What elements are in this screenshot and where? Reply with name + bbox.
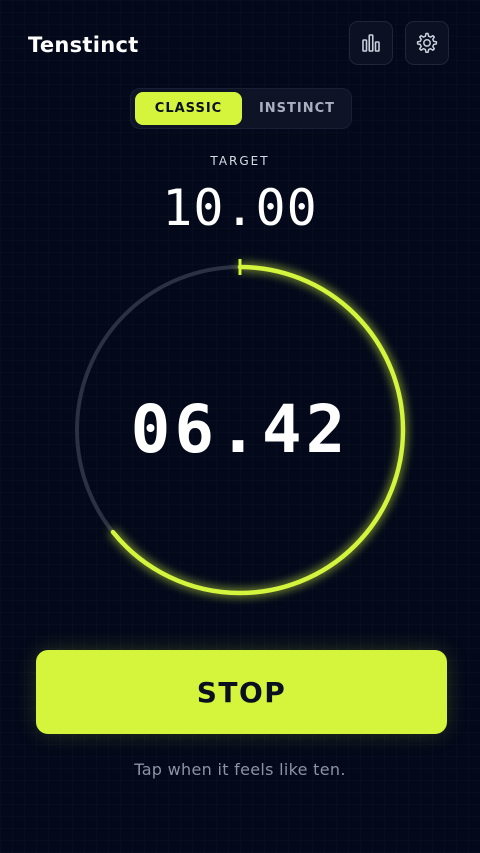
hint-text: Tap when it feels like ten. [134,760,346,779]
target-label: TARGET [210,154,270,168]
gear-icon [415,31,439,55]
stats-button[interactable] [349,21,393,65]
stop-button[interactable]: STOP [36,650,447,734]
mode-instinct-tab[interactable]: INSTINCT [246,92,348,125]
mode-classic-tab[interactable]: CLASSIC [135,92,242,125]
app-title: Tenstinct [28,33,139,57]
timer-value: 06.42 [130,391,350,468]
settings-button[interactable] [405,21,449,65]
target-value: 10.00 [162,179,318,237]
mode-toggle: CLASSIC INSTINCT [130,88,352,129]
bar-chart-icon [360,32,382,54]
